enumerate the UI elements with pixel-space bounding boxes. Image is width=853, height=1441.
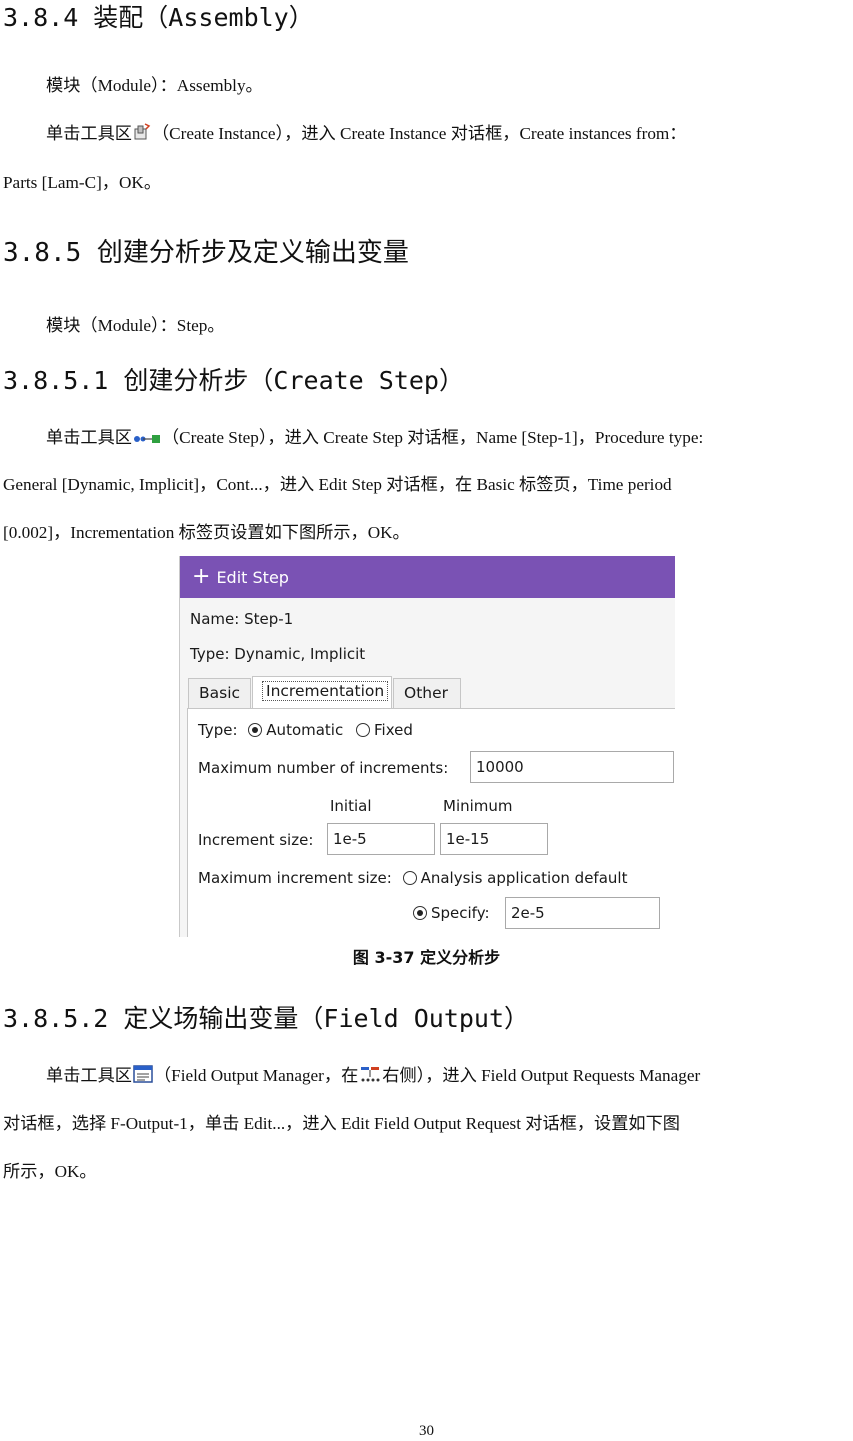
module-step-text: 模块（Module）：Step。 xyxy=(46,316,225,335)
edit-step-dialog: + Edit Step Name: Step-1 Type: Dynamic, … xyxy=(179,556,675,937)
radio-selected-icon xyxy=(413,906,427,920)
paragraph-general-dynamic: General [Dynamic, Implicit]，Cont...，进入 E… xyxy=(3,475,672,494)
paragraph-create-step: 单击工具区 （Create Step），进入 Create Step 对话框，Na… xyxy=(46,426,853,451)
radio-analysis-default[interactable]: Analysis application default xyxy=(402,869,628,887)
step-manager-icon xyxy=(359,1065,381,1089)
type-label: Type: xyxy=(190,645,230,663)
name-value: Step-1 xyxy=(244,610,294,628)
text-segment: （Create Step），进入 Create Step 对话框，Name [S… xyxy=(161,428,704,447)
radio-analysis-default-label: Analysis application default xyxy=(420,869,628,887)
paragraph-ok: 所示，OK。 xyxy=(3,1162,97,1181)
radio-unselected-icon xyxy=(356,723,371,737)
initial-column-label: Initial xyxy=(330,797,372,815)
incrementation-panel: Type: Automatic Fixed Maximum number of … xyxy=(187,708,675,937)
tab-basic[interactable]: Basic xyxy=(188,678,251,708)
max-increments-label: Maximum number of increments: xyxy=(198,759,449,777)
heading-3-8-5: 3.8.5 创建分析步及定义输出变量 xyxy=(3,238,409,268)
create-step-icon xyxy=(133,428,161,451)
module-assembly-text: 模块（Module）：Assembly。 xyxy=(46,76,263,95)
tab-incrementation[interactable]: Incrementation xyxy=(252,676,392,708)
plus-icon: + xyxy=(192,564,211,589)
field-output-manager-icon xyxy=(133,1065,153,1089)
radio-selected-icon xyxy=(248,723,263,737)
tab-other[interactable]: Other xyxy=(393,678,461,708)
text-segment: 右侧），进入 Field Output Requests Manager xyxy=(382,1066,701,1085)
text-segment: 单击工具区 xyxy=(46,428,132,447)
radio-automatic-label: Automatic xyxy=(266,721,344,739)
radio-unselected-icon xyxy=(402,871,417,885)
heading-3-8-5-1: 3.8.5.1 创建分析步（Create Step） xyxy=(3,366,464,395)
text-segment: （Field Output Manager，在 xyxy=(153,1066,359,1085)
radio-fixed[interactable]: Fixed xyxy=(356,721,413,739)
increment-size-label: Increment size: xyxy=(198,831,314,849)
minimum-column-label: Minimum xyxy=(443,797,513,815)
heading-3-8-4: 3.8.4 装配（Assembly） xyxy=(3,3,314,32)
paragraph-field-output: 单击工具区 （Field Output Manager，在 右侧），进入 Field… xyxy=(46,1064,853,1089)
tab-basic-label: Basic xyxy=(199,684,241,702)
type-value: Dynamic, Implicit xyxy=(234,645,366,663)
initial-increment-field[interactable]: 1e-5 xyxy=(327,823,435,855)
inc-type-row: Type: Automatic Fixed xyxy=(198,721,413,739)
dialog-title-bar[interactable]: + Edit Step xyxy=(180,556,675,598)
minimum-increment-field[interactable]: 1e-15 xyxy=(440,823,548,855)
paragraph-edit-field-output: 对话框，选择 F-Output-1，单击 Edit...，进入 Edit Fie… xyxy=(3,1114,680,1133)
paragraph-parts: Parts [Lam-C]，OK。 xyxy=(3,173,162,192)
heading-3-8-5-2: 3.8.5.2 定义场输出变量（Field Output） xyxy=(3,1004,530,1033)
dialog-title: Edit Step xyxy=(216,567,289,587)
max-increment-label: Maximum increment size: xyxy=(198,869,392,887)
tab-other-label: Other xyxy=(404,684,449,702)
inc-type-label: Type: xyxy=(198,721,238,739)
page-number: 30 xyxy=(419,1423,434,1439)
text-segment: 单击工具区 xyxy=(46,1066,132,1085)
radio-fixed-label: Fixed xyxy=(374,721,413,739)
figure-caption: 图 3-37 定义分析步 xyxy=(352,948,501,967)
text-segment: 单击工具区 xyxy=(46,124,132,143)
paragraph-create-instance: 单击工具区 （Create Instance），进入 Create Instanc… xyxy=(46,122,853,147)
text-segment: （Create Instance），进入 Create Instance 对话框… xyxy=(151,124,687,143)
tab-incrementation-label: Incrementation xyxy=(261,681,389,701)
radio-specify[interactable]: Specify: xyxy=(413,904,490,922)
radio-specify-label: Specify: xyxy=(431,904,490,922)
specify-max-increment-field[interactable]: 2e-5 xyxy=(505,897,660,929)
type-row: Type: Dynamic, Implicit xyxy=(190,645,365,663)
paragraph-time-period: [0.002]，Incrementation 标签页设置如下图所示，OK。 xyxy=(3,523,410,542)
dialog-body: Name: Step-1 Type: Dynamic, Implicit Bas… xyxy=(180,598,675,937)
create-instance-icon xyxy=(133,123,151,147)
radio-automatic[interactable]: Automatic xyxy=(248,721,343,739)
name-row: Name: Step-1 xyxy=(190,610,293,628)
max-increment-row: Maximum increment size: Analysis applica… xyxy=(198,869,627,887)
name-label: Name: xyxy=(190,610,240,628)
max-increments-field[interactable]: 10000 xyxy=(470,751,674,783)
